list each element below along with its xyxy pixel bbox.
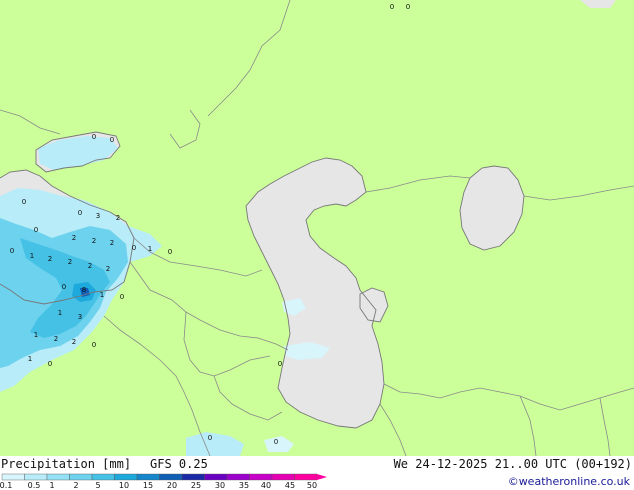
color-scale-tick-label: 2 xyxy=(73,481,79,490)
precip-value-label: 1 xyxy=(148,245,152,253)
precip-value-label: 1 xyxy=(30,252,34,260)
precip-value-label: 2 xyxy=(116,214,120,222)
color-scale-swatch xyxy=(136,473,160,481)
precip-value-label: 0 xyxy=(92,133,96,141)
color-scale-tick-label: 15 xyxy=(142,481,154,490)
precipitation-map[interactable]: 0 0 0 0 0 0 0 3 2 0 2 2 2 0 1 0 1 2 2 2 2 0 8 1 0 1 3 1 2 2 0 1 0 0 0 0 xyxy=(0,0,634,456)
precip-value-label: 2 xyxy=(54,335,58,343)
color-scale-arrow xyxy=(317,474,327,480)
color-scale-swatch xyxy=(91,473,115,481)
color-scale-swatch xyxy=(46,473,70,481)
precip-value-label: 0 xyxy=(406,3,410,11)
model-label: GFS 0.25 xyxy=(150,457,208,471)
precip-value-label: 0 xyxy=(22,198,26,206)
precip-value-label: 0 xyxy=(34,226,38,234)
precip-value-label: 0 xyxy=(110,136,114,144)
precip-value-label: 0 xyxy=(78,209,82,217)
precip-value-label: 1 xyxy=(100,291,104,299)
color-scale-swatch xyxy=(226,473,250,481)
color-scale-ticks: 0.1 0.5 1 2 5 10 15 20 25 30 35 40 45 50 xyxy=(0,481,330,490)
valid-time: We 24-12-2025 21..00 UTC (00+192) xyxy=(393,457,632,471)
precip-value-label: 2 xyxy=(72,338,76,346)
precip-value-label: 2 xyxy=(110,239,114,247)
color-scale-swatch xyxy=(24,473,48,481)
precip-value-label: 2 xyxy=(92,237,96,245)
precip-value-label: 0 xyxy=(278,360,282,368)
color-scale-swatch xyxy=(271,473,295,481)
color-scale-tick-label: 30 xyxy=(214,481,226,490)
legend-bar: Precipitation [mm] GFS 0.25 We 24-12-202… xyxy=(0,456,634,490)
precip-value-label: 0 xyxy=(208,434,212,442)
precip-value-label: 0 xyxy=(92,341,96,349)
precip-value-label: 1 xyxy=(28,355,32,363)
color-scale-tick-label: 50 xyxy=(306,481,318,490)
precip-value-label: 0 xyxy=(120,293,124,301)
precipitation-title: Precipitation [mm] xyxy=(1,457,132,471)
precip-value-label: 1 xyxy=(34,331,38,339)
precip-value-label: 0 xyxy=(10,247,14,255)
precip-value-label: 0 xyxy=(274,438,278,446)
precip-value-label: 3 xyxy=(96,212,100,220)
precip-value-label: 8 xyxy=(82,286,86,294)
precip-value-label: 2 xyxy=(106,265,110,273)
color-scale-swatch xyxy=(69,473,93,481)
precip-value-label: 1 xyxy=(58,309,62,317)
color-scale-tick-label: 0.1 xyxy=(0,481,13,490)
precip-value-label: 2 xyxy=(88,262,92,270)
color-scale-tick-label: 1 xyxy=(49,481,55,490)
precip-value-label: 0 xyxy=(390,3,394,11)
credit-link[interactable]: ©weatheronline.co.uk xyxy=(508,475,630,488)
color-scale-tick-label: 0.5 xyxy=(27,481,41,490)
precip-value-label: 0 xyxy=(168,248,172,256)
color-scale-swatch xyxy=(114,473,138,481)
precip-value-label: 0 xyxy=(62,283,66,291)
precip-value-label: 2 xyxy=(68,258,72,266)
color-scale-tick-label: 25 xyxy=(190,481,202,490)
color-scale xyxy=(1,473,327,481)
color-scale-tick-label: 20 xyxy=(166,481,178,490)
color-scale-tick-label: 10 xyxy=(118,481,130,490)
precip-value-label: 0 xyxy=(48,360,52,368)
color-scale-tick-label: 45 xyxy=(284,481,296,490)
map-canvas: 0 0 0 0 0 0 0 3 2 0 2 2 2 0 1 0 1 2 2 2 2 0 8 1 0 1 3 1 2 2 0 1 0 0 0 0 xyxy=(0,0,634,456)
precip-value-label: 3 xyxy=(78,313,82,321)
color-scale-tick-label: 40 xyxy=(260,481,272,490)
precip-value-label: 2 xyxy=(72,234,76,242)
color-scale-tick-label: 5 xyxy=(95,481,101,490)
color-scale-swatch xyxy=(294,473,318,481)
color-scale-swatch xyxy=(181,473,205,481)
color-scale-swatch xyxy=(249,473,273,481)
color-scale-swatch xyxy=(159,473,183,481)
color-scale-swatch xyxy=(1,473,25,481)
precip-value-label: 0 xyxy=(132,244,136,252)
precip-value-label: 2 xyxy=(48,255,52,263)
color-scale-tick-label: 35 xyxy=(238,481,250,490)
color-scale-swatch xyxy=(204,473,228,481)
